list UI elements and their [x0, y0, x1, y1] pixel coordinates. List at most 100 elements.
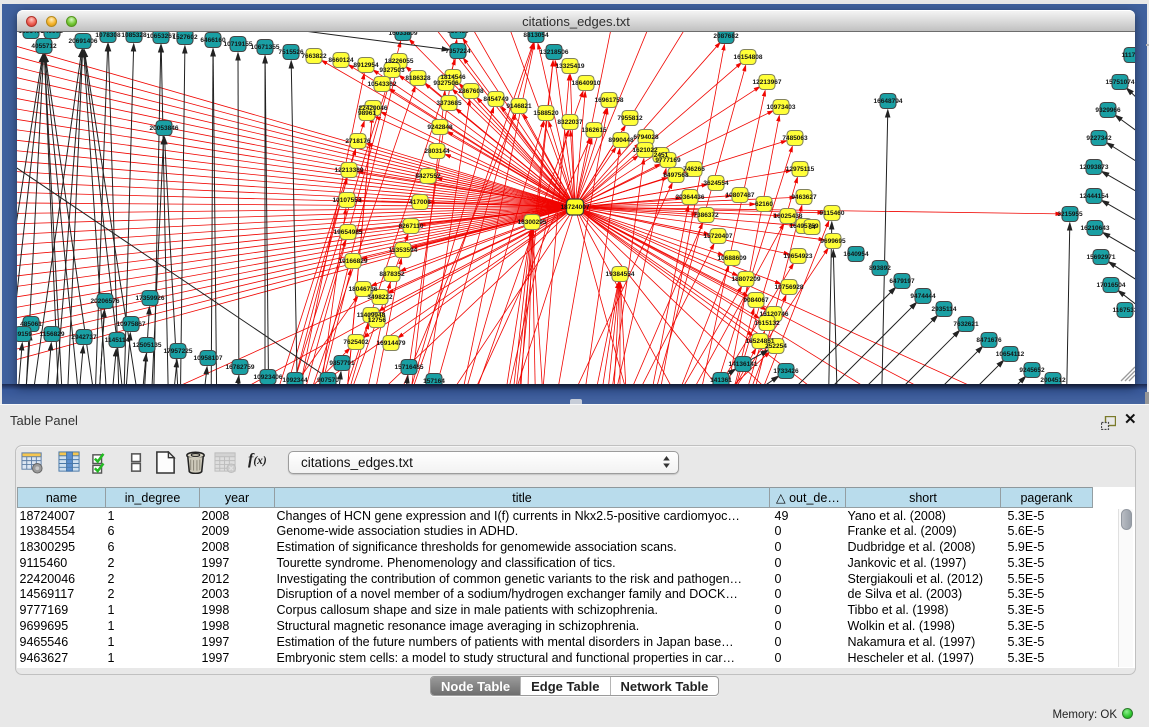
- svg-text:9463627: 9463627: [791, 194, 817, 201]
- svg-text:7625402: 7625402: [343, 339, 369, 346]
- svg-text:16782759: 16782759: [226, 364, 255, 371]
- svg-text:18046736: 18046736: [349, 286, 378, 293]
- svg-text:12505135: 12505135: [133, 342, 162, 349]
- svg-text:2867608: 2867608: [458, 88, 484, 95]
- svg-text:12213389: 12213389: [335, 167, 364, 174]
- svg-text:62160: 62160: [755, 201, 773, 208]
- svg-text:6497568: 6497568: [663, 172, 689, 179]
- svg-text:12093873: 12093873: [1080, 164, 1109, 171]
- svg-text:19384554: 19384554: [606, 271, 635, 278]
- svg-text:6794028: 6794028: [633, 134, 659, 141]
- svg-text:10688609: 10688609: [718, 255, 747, 262]
- svg-text:111754: 111754: [1122, 52, 1135, 59]
- svg-text:1085328: 1085328: [121, 32, 147, 39]
- svg-text:12444154: 12444154: [1080, 193, 1109, 200]
- svg-text:7485063: 7485063: [782, 135, 808, 142]
- svg-text:141361: 141361: [710, 377, 732, 384]
- svg-text:12213967: 12213967: [753, 79, 782, 86]
- svg-text:19654985: 19654985: [334, 229, 363, 236]
- svg-text:18300295: 18300295: [518, 219, 547, 226]
- svg-text:9474444: 9474444: [910, 293, 936, 300]
- svg-text:16914479: 16914479: [377, 340, 406, 347]
- svg-text:13325419: 13325419: [556, 63, 585, 70]
- svg-text:17957225: 17957225: [164, 348, 193, 355]
- svg-text:9329966: 9329966: [1095, 107, 1121, 114]
- svg-text:746266: 746266: [683, 166, 705, 173]
- svg-text:1733426: 1733426: [773, 368, 799, 375]
- svg-text:64: 64: [808, 224, 816, 231]
- svg-text:20206576: 20206576: [91, 298, 120, 305]
- svg-text:18226055: 18226055: [385, 58, 414, 65]
- svg-text:1145114: 1145114: [105, 337, 130, 344]
- svg-text:8454749: 8454749: [483, 96, 509, 103]
- svg-text:7357224: 7357224: [445, 48, 471, 55]
- svg-text:17016504: 17016504: [1097, 282, 1126, 289]
- svg-text:10719155: 10719155: [224, 41, 253, 48]
- svg-text:417006: 417006: [409, 199, 431, 206]
- svg-text:1640954: 1640954: [843, 251, 869, 258]
- svg-text:2942737: 2942737: [71, 334, 97, 341]
- svg-text:9245652: 9245652: [1019, 367, 1045, 374]
- svg-text:8660124: 8660124: [328, 57, 354, 64]
- svg-text:19654923: 19654923: [784, 253, 813, 260]
- svg-text:11353594: 11353594: [389, 247, 418, 254]
- svg-text:907570: 907570: [317, 377, 339, 384]
- svg-text:7515526: 7515526: [278, 49, 304, 56]
- svg-text:16154808: 16154808: [734, 54, 763, 61]
- svg-text:946362: 946362: [41, 32, 63, 35]
- svg-text:9699695: 9699695: [820, 238, 846, 245]
- svg-text:8878352: 8878352: [379, 271, 405, 278]
- svg-text:10107553: 10107553: [333, 197, 362, 204]
- svg-text:16648794: 16648794: [874, 98, 903, 105]
- svg-text:2087682: 2087682: [713, 33, 739, 40]
- svg-text:959430: 959430: [447, 32, 469, 35]
- svg-text:9327506: 9327506: [433, 80, 459, 87]
- svg-text:7955812: 7955812: [617, 115, 643, 122]
- svg-text:12756: 12756: [368, 317, 386, 324]
- svg-text:8427552: 8427552: [415, 173, 441, 180]
- svg-text:10543362: 10543362: [368, 81, 397, 88]
- svg-text:1078308: 1078308: [95, 32, 121, 39]
- svg-text:7663822: 7663822: [301, 53, 327, 60]
- svg-text:18640910: 18640910: [572, 80, 601, 87]
- svg-text:9227342: 9227342: [1086, 135, 1112, 142]
- svg-text:12975115: 12975115: [786, 166, 815, 173]
- svg-text:3215955: 3215955: [1057, 211, 1083, 218]
- svg-text:10958107: 10958107: [194, 355, 223, 362]
- svg-text:2004512: 2004512: [1040, 377, 1066, 384]
- svg-text:8813054: 8813054: [523, 32, 549, 39]
- svg-text:10025438: 10025438: [774, 213, 803, 220]
- svg-text:2718176: 2718176: [345, 138, 371, 145]
- svg-text:10807487: 10807487: [726, 192, 755, 199]
- svg-text:9327503: 9327503: [379, 67, 405, 74]
- svg-text:20364436: 20364436: [676, 194, 705, 201]
- svg-text:16961758: 16961758: [595, 97, 624, 104]
- svg-text:7386372: 7386372: [693, 212, 719, 219]
- svg-text:20691406: 20691406: [69, 38, 98, 45]
- svg-text:9242848: 9242848: [427, 124, 453, 131]
- svg-text:8322037: 8322037: [557, 119, 583, 126]
- svg-text:252254: 252254: [765, 343, 787, 350]
- svg-text:39159: 39159: [17, 331, 32, 338]
- svg-text:3373685: 3373685: [436, 100, 462, 107]
- svg-text:98961: 98961: [358, 110, 376, 117]
- svg-text:16033809: 16033809: [389, 32, 418, 37]
- svg-text:1156829: 1156829: [40, 331, 65, 338]
- svg-text:6466160: 6466160: [200, 37, 226, 44]
- svg-text:16210643: 16210643: [1081, 225, 1110, 232]
- svg-text:3498222: 3498222: [367, 294, 393, 301]
- svg-text:1615132: 1615132: [754, 320, 780, 327]
- svg-text:8990448: 8990448: [608, 137, 634, 144]
- svg-text:2803144: 2803144: [424, 148, 450, 155]
- svg-text:20053846: 20053846: [150, 125, 179, 132]
- svg-text:14136141: 14136141: [729, 361, 758, 368]
- svg-text:157164: 157164: [423, 378, 445, 384]
- svg-text:7632621: 7632621: [953, 321, 979, 328]
- svg-text:9146821: 9146821: [506, 103, 532, 110]
- svg-text:10671355: 10671355: [251, 44, 280, 51]
- svg-text:15751074: 15751074: [1106, 79, 1135, 86]
- svg-text:9777169: 9777169: [655, 157, 681, 164]
- svg-text:19756928: 19756928: [775, 284, 804, 291]
- svg-text:10973403: 10973403: [767, 104, 796, 111]
- svg-text:8186328: 8186328: [405, 75, 431, 82]
